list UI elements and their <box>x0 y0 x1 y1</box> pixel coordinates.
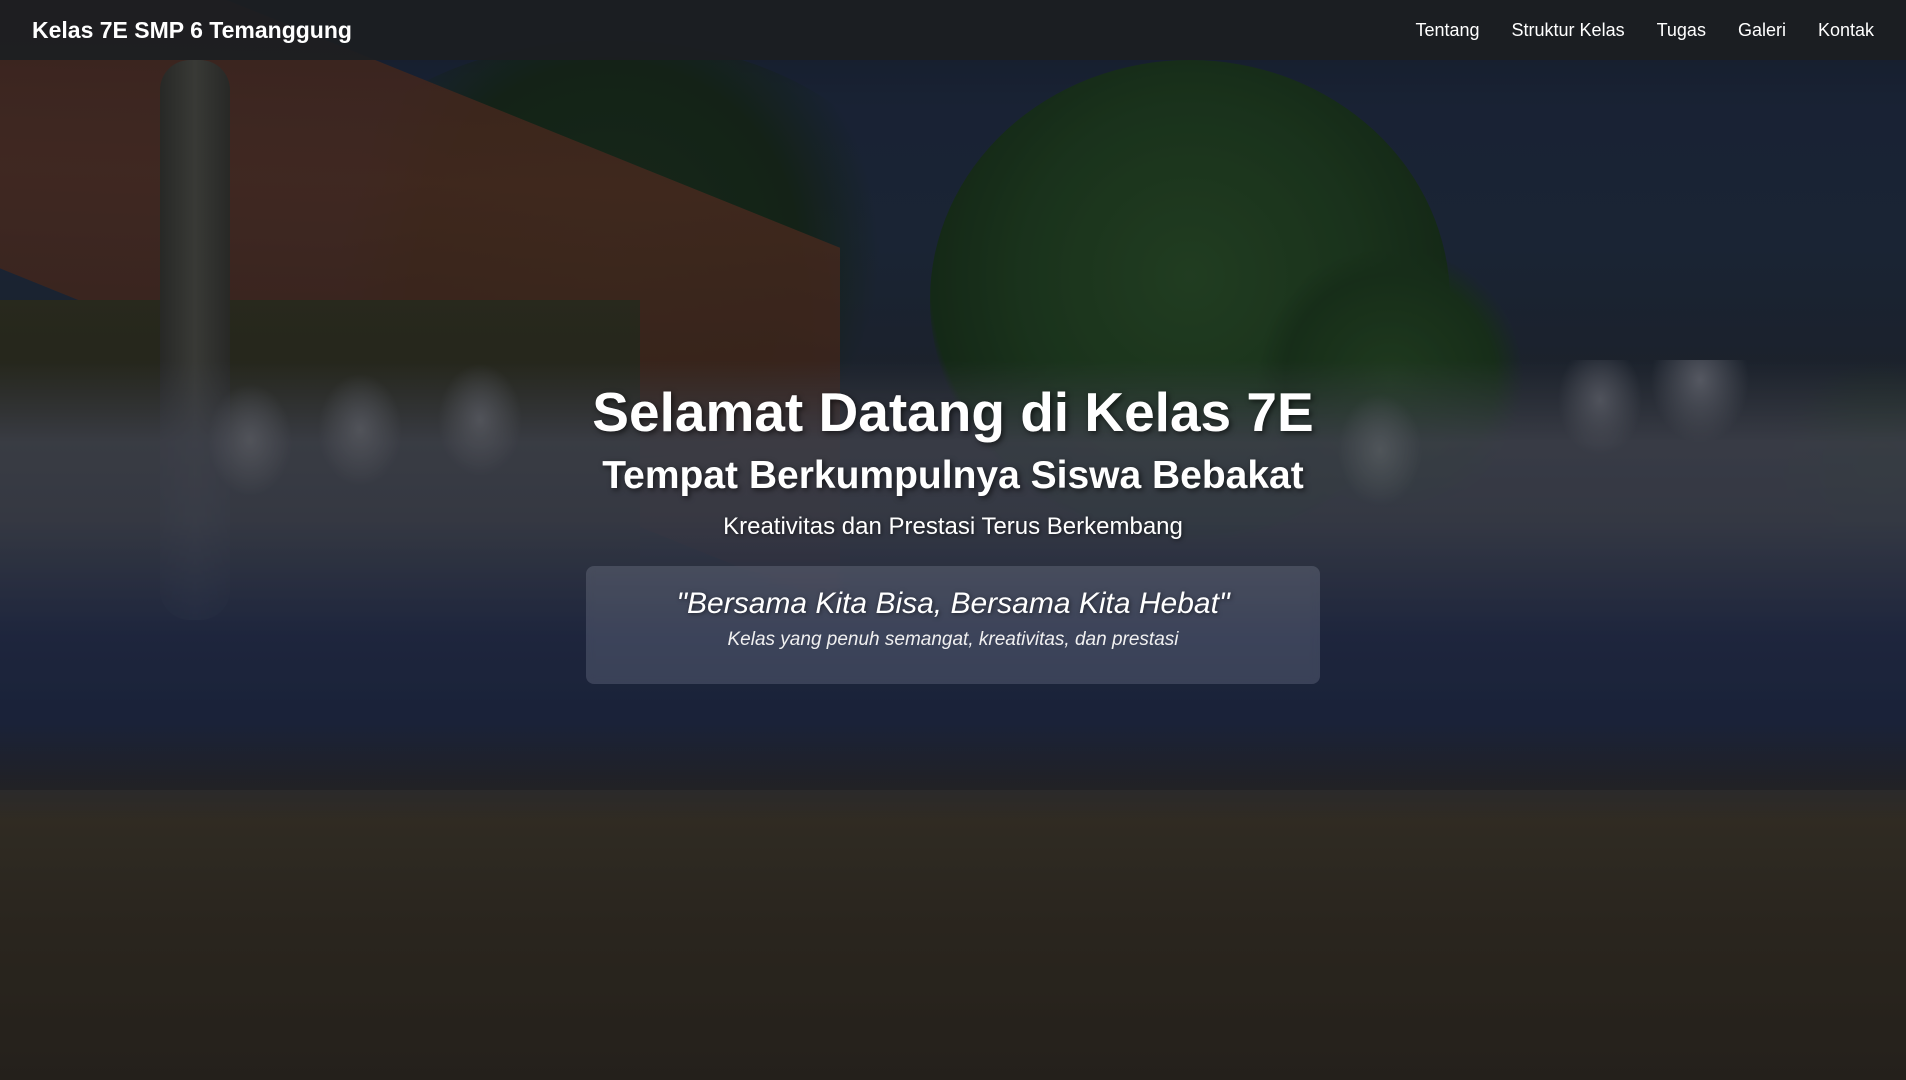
hero-subtitle: Tempat Berkumpulnya Siswa Bebakat <box>602 454 1304 497</box>
navbar: Kelas 7E SMP 6 Temanggung Tentang Strukt… <box>0 0 1906 60</box>
quote-caption: Kelas yang penuh semangat, kreativitas, … <box>727 629 1179 650</box>
nav-link-struktur-kelas[interactable]: Struktur Kelas <box>1512 20 1625 41</box>
hero-tagline: Kreativitas dan Prestasi Terus Berkemban… <box>723 513 1183 540</box>
quote-text: "Bersama Kita Bisa, Bersama Kita Hebat" <box>676 587 1230 620</box>
nav-link-kontak[interactable]: Kontak <box>1818 20 1874 41</box>
hero-title: Selamat Datang di Kelas 7E <box>592 381 1314 443</box>
nav-link-tentang[interactable]: Tentang <box>1415 20 1479 41</box>
nav-link-tugas[interactable]: Tugas <box>1657 20 1706 41</box>
brand-logo-text[interactable]: Kelas 7E SMP 6 Temanggung <box>32 17 352 44</box>
hero-content: Selamat Datang di Kelas 7E Tempat Berkum… <box>0 380 1906 684</box>
hero-section: Kelas 7E SMP 6 Temanggung Tentang Strukt… <box>0 0 1906 1080</box>
nav-link-galeri[interactable]: Galeri <box>1738 20 1786 41</box>
nav-links: Tentang Struktur Kelas Tugas Galeri Kont… <box>1415 20 1874 41</box>
quote-box: "Bersama Kita Bisa, Bersama Kita Hebat" … <box>586 566 1320 684</box>
